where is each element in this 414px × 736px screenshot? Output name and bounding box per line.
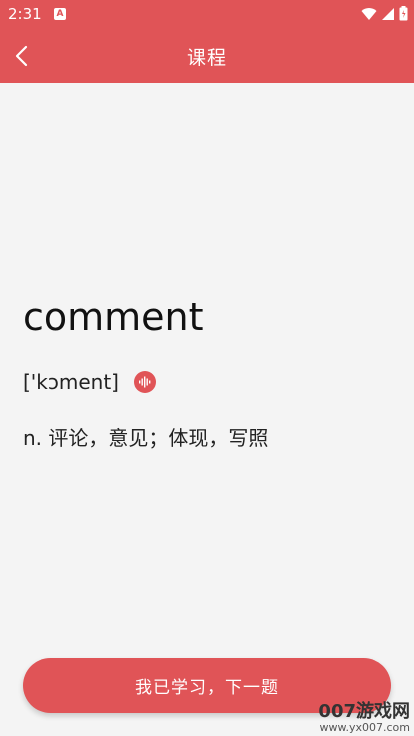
page-title: 课程 [186, 47, 227, 69]
a-notification-icon: A [54, 8, 66, 20]
watermark: 007游戏网 www.yx007.com [318, 702, 410, 734]
definition-text: n. 评论，意见；体现，写照 [23, 426, 269, 450]
status-bar: 2:31 A [0, 0, 414, 28]
battery-icon [399, 6, 408, 21]
word-text: comment [23, 295, 204, 339]
phonetic-row: ['kɔment] [23, 368, 156, 396]
watermark-brand: 007游戏网 [318, 701, 410, 722]
pronunciation-button[interactable] [133, 371, 156, 393]
audio-wave-icon [138, 376, 151, 388]
cellular-icon [382, 7, 394, 20]
watermark-url: www.yx007.com [319, 721, 410, 734]
phonetic-text: ['kɔment] [23, 370, 119, 394]
app-bar: 课程 [0, 28, 414, 83]
status-icons [361, 6, 408, 21]
wifi-icon [361, 7, 377, 20]
status-time: 2:31 [8, 5, 42, 23]
